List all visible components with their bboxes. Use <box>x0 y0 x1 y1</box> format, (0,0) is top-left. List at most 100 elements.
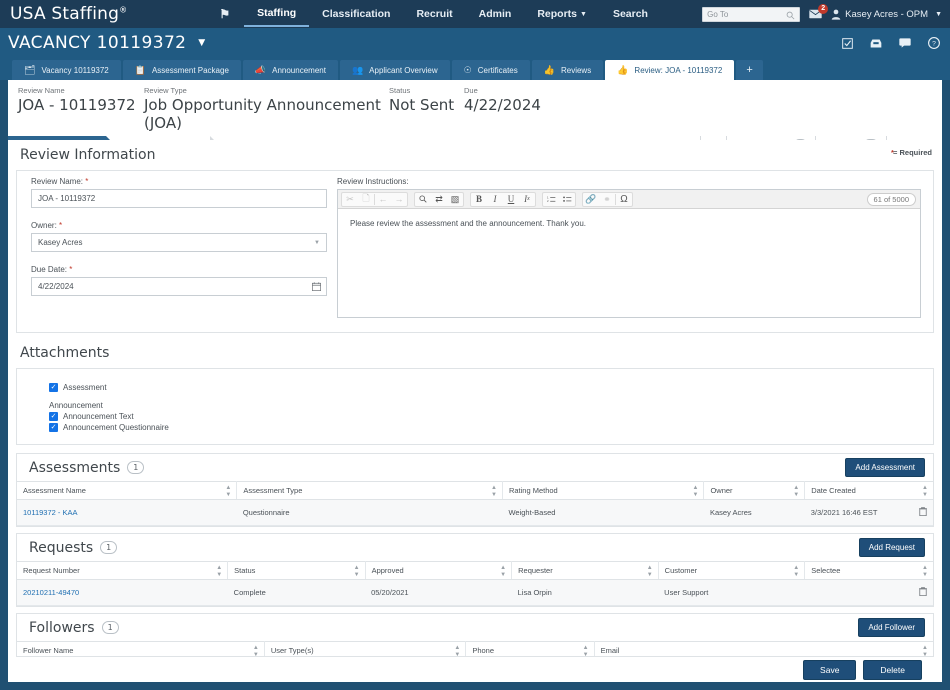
delete-button[interactable]: Delete <box>863 659 922 680</box>
add-request-button[interactable]: Add Request <box>858 538 925 557</box>
col-owner[interactable]: Owner ▲ ▼ <box>703 481 806 500</box>
user-menu[interactable]: Kasey Acres - OPM ▼ <box>831 9 942 20</box>
attachment-announcement-questionnaire-row[interactable]: ✓ Announcement Questionnaire <box>49 423 933 432</box>
assessment-name-link[interactable]: 10119372 - KAA <box>23 508 78 517</box>
message-count-badge: 2 <box>818 4 829 14</box>
assessments-section: Assessments 1 Add Assessment Assessment … <box>16 453 934 527</box>
nav-item-search[interactable]: Search <box>600 2 661 26</box>
chevron-down-icon[interactable]: ▼ <box>198 38 205 48</box>
col-assessment-name[interactable]: Assessment Name ▲ ▼ <box>17 481 238 500</box>
page-title[interactable]: VACANCY 10119372 ▼ <box>8 33 206 53</box>
delete-row-icon[interactable] <box>919 587 927 596</box>
ordered-list-icon[interactable]: 12 <box>543 192 559 207</box>
table-row[interactable]: 20210211-49470 Complete 05/20/2021 Lisa … <box>17 579 933 606</box>
add-tab-button[interactable]: + <box>736 60 763 80</box>
tab-certificates[interactable]: ☉ Certificates <box>451 60 530 80</box>
delete-row-icon[interactable] <box>919 507 927 516</box>
cell-owner: Kasey Acres <box>703 499 805 526</box>
required-legend-text: = Required <box>893 148 932 157</box>
sort-icon: ▲ ▼ <box>922 565 928 578</box>
cut-icon[interactable]: ✂ <box>342 192 358 207</box>
col-approved[interactable]: Approved ▲ ▼ <box>365 561 513 580</box>
unlink-icon[interactable]: ⚭ <box>599 192 615 207</box>
review-instructions-textarea[interactable]: Please review the assessment and the ann… <box>338 209 920 317</box>
tab-applicant-overview[interactable]: 👥 Applicant Overview <box>339 60 450 80</box>
copy-icon[interactable]: 🗋 <box>358 192 374 207</box>
request-number-link[interactable]: 20210211-49470 <box>23 588 79 597</box>
italic-icon[interactable]: I <box>487 192 503 207</box>
page-title-text: VACANCY 10119372 <box>8 33 187 53</box>
search-icon <box>786 11 795 20</box>
app-logo[interactable]: USA Staffing® <box>8 4 127 24</box>
messages-button[interactable]: 2 <box>809 4 829 19</box>
home-icon[interactable]: ⚑ <box>205 1 244 27</box>
col-date-created[interactable]: Date Created ▲ ▼ <box>804 481 933 500</box>
tab-announcement[interactable]: 📣 Announcement <box>242 60 338 80</box>
cell-rating-method: Weight-Based <box>502 499 704 526</box>
followers-count: 1 <box>101 621 119 634</box>
col-requester[interactable]: Requester ▲ ▼ <box>511 561 659 580</box>
review-instructions-text: Please review the assessment and the ann… <box>350 219 586 228</box>
attachment-announcement-text-row[interactable]: ✓ Announcement Text <box>49 412 933 421</box>
app-logo-text: USA Staffing <box>10 4 120 24</box>
inbox-icon[interactable] <box>870 38 882 49</box>
nav-item-staffing[interactable]: Staffing <box>244 1 310 27</box>
add-follower-button[interactable]: Add Follower <box>858 618 925 637</box>
special-char-icon[interactable]: Ω <box>616 192 632 207</box>
tab-vacancy[interactable]: 🗂 Vacancy 10119372 <box>12 60 121 80</box>
paste-icon[interactable]: ▧ <box>447 192 463 207</box>
underline-icon[interactable]: U <box>503 192 519 207</box>
due-date-input[interactable]: 4/22/2024 <box>31 277 327 296</box>
col-request-number[interactable]: Request Number ▲ ▼ <box>17 561 229 580</box>
col-assessment-type[interactable]: Assessment Type ▲ ▼ <box>236 481 503 500</box>
sort-icon: ▲ ▼ <box>793 565 800 578</box>
col-rating-method[interactable]: Rating Method ▲ ▼ <box>502 481 705 500</box>
col-customer[interactable]: Customer ▲ ▼ <box>658 561 806 580</box>
col-label: Request Number <box>23 566 80 575</box>
unordered-list-icon[interactable] <box>559 192 575 207</box>
main-nav-links: ⚑ Staffing Classification Recruit Admin … <box>205 1 661 27</box>
checkbox-checked-icon[interactable]: ✓ <box>49 412 58 421</box>
col-label: Requester <box>518 566 553 575</box>
link-icon[interactable]: 🔗 <box>583 192 599 207</box>
attachment-label: Announcement Questionnaire <box>63 423 169 432</box>
goto-search-input[interactable]: Go To <box>702 6 801 22</box>
owner-select[interactable]: Kasey Acres ▼ <box>31 233 327 252</box>
calendar-icon[interactable] <box>312 282 321 291</box>
tab-assessment-package[interactable]: 📋 Assessment Package <box>122 60 241 80</box>
tab-review-joa[interactable]: 👍 Review: JOA - 10119372 <box>605 60 735 80</box>
col-label: Follower Name <box>23 646 74 655</box>
review-name-input[interactable]: JOA - 10119372 <box>31 189 327 208</box>
checkbox-checked-icon[interactable]: ✓ <box>49 383 58 392</box>
add-assessment-button[interactable]: Add Assessment <box>845 458 925 477</box>
replace-icon[interactable]: ⇄ <box>431 192 447 207</box>
col-label: User Type(s) <box>270 646 314 655</box>
attachment-assessment-row[interactable]: ✓ Assessment <box>49 383 933 392</box>
col-selectee[interactable]: Selectee ▲ ▼ <box>804 561 933 580</box>
col-status[interactable]: Status ▲ ▼ <box>227 561 366 580</box>
tasks-icon[interactable] <box>842 37 853 49</box>
help-icon[interactable]: ? <box>928 37 940 49</box>
review-name-summary: Review Name JOA - 10119372 <box>18 86 144 114</box>
undo-icon[interactable]: ← <box>375 192 391 207</box>
nav-item-recruit[interactable]: Recruit <box>403 2 465 26</box>
save-button[interactable]: Save <box>803 659 857 680</box>
label-text: Review Name: <box>31 177 84 186</box>
col-label: Rating Method <box>508 486 558 495</box>
cell-selectee <box>804 579 933 606</box>
nav-item-reports[interactable]: Reports ▼ <box>524 2 600 26</box>
nav-item-classification[interactable]: Classification <box>309 2 403 26</box>
redo-icon[interactable]: → <box>391 192 407 207</box>
bold-icon[interactable]: B <box>471 192 487 207</box>
remove-format-icon[interactable]: Ix <box>519 192 535 207</box>
table-row[interactable]: 10119372 - KAA Questionnaire Weight-Base… <box>17 499 933 526</box>
tab-reviews[interactable]: 👍 Reviews <box>531 60 604 80</box>
character-counter: 61 of 5000 <box>866 192 916 206</box>
top-navigation-bar: USA Staffing® ⚑ Staffing Classification … <box>0 0 950 28</box>
chevron-down-icon: ▼ <box>580 10 587 18</box>
tab-label: Applicant Overview <box>369 65 438 75</box>
find-icon[interactable] <box>415 192 431 207</box>
nav-item-admin[interactable]: Admin <box>466 2 525 26</box>
checkbox-checked-icon[interactable]: ✓ <box>49 423 58 432</box>
chat-icon[interactable] <box>899 38 911 48</box>
